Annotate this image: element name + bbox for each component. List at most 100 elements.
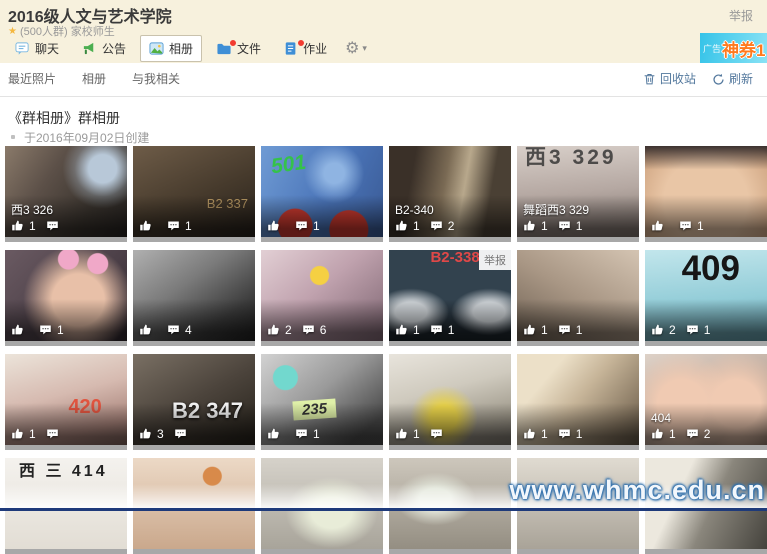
like-button[interactable]: 1: [523, 323, 548, 336]
photo-caption: 舞蹈西3 329: [523, 203, 633, 217]
comment-button[interactable]: [46, 427, 64, 440]
tab-files[interactable]: 文件: [207, 35, 270, 62]
photo-info: 26: [261, 320, 383, 341]
photo-strip: [133, 549, 255, 554]
photo-meta: 1: [651, 217, 761, 234]
photo-image: 5011: [261, 146, 383, 237]
photo-thumbnail[interactable]: [517, 458, 639, 554]
photo-thumbnail[interactable]: 西3 3261: [5, 146, 127, 242]
photo-thumbnail[interactable]: B2-338举报11: [389, 250, 511, 346]
photo-meta: 11: [523, 321, 633, 338]
comment-button[interactable]: 1: [39, 323, 64, 336]
like-button[interactable]: [11, 323, 29, 336]
photo-report-link[interactable]: 举报: [479, 250, 511, 270]
like-button[interactable]: [651, 219, 669, 232]
subnav-albums[interactable]: 相册: [82, 63, 106, 95]
comment-button[interactable]: 6: [302, 323, 327, 336]
tab-homework[interactable]: 作业: [275, 35, 336, 62]
photo-strip: [389, 237, 511, 242]
comment-button[interactable]: 2: [686, 427, 711, 440]
thumb-up-icon: [523, 323, 536, 336]
photo-thumbnail[interactable]: 40921: [645, 250, 767, 346]
photo-strip: [5, 237, 127, 242]
like-button[interactable]: 1: [395, 427, 420, 440]
like-button[interactable]: 1: [523, 427, 548, 440]
like-button[interactable]: 1: [395, 323, 420, 336]
like-button[interactable]: 2: [651, 323, 676, 336]
comment-button[interactable]: 1: [430, 323, 455, 336]
photo-thumbnail[interactable]: 1: [389, 354, 511, 450]
photo-info: 1: [133, 216, 255, 237]
like-button[interactable]: [139, 219, 157, 232]
subnav-related-to-me[interactable]: 与我相关: [132, 63, 180, 95]
tab-chat[interactable]: 聊天: [6, 35, 68, 62]
like-button[interactable]: 3: [139, 427, 164, 440]
comment-button[interactable]: 1: [686, 323, 711, 336]
photo-thumbnail[interactable]: [645, 458, 767, 554]
comment-button[interactable]: 1: [558, 427, 583, 440]
photo-thumbnail[interactable]: 26: [261, 250, 383, 346]
photo-info: 21: [645, 320, 767, 341]
photo-thumbnail[interactable]: [389, 458, 511, 554]
photo-meta: 26: [267, 321, 377, 338]
photo-thumbnail[interactable]: 4201: [5, 354, 127, 450]
like-button[interactable]: 2: [267, 323, 292, 336]
comment-button[interactable]: [174, 427, 192, 440]
like-button[interactable]: [139, 323, 157, 336]
comment-button[interactable]: 1: [295, 219, 320, 232]
photo-thumbnail[interactable]: B2 3473: [133, 354, 255, 450]
comment-button[interactable]: 1: [558, 323, 583, 336]
comment-bubble-icon: [430, 427, 443, 440]
photo-strip: [261, 341, 383, 346]
photo-image: 西 三 414: [5, 458, 127, 549]
photo-thumbnail[interactable]: 4: [133, 250, 255, 346]
photo-thumbnail[interactable]: 11: [517, 250, 639, 346]
photo-thumbnail[interactable]: 1: [645, 146, 767, 242]
comment-button[interactable]: [430, 427, 448, 440]
settings-menu-button[interactable]: ⚙ ▾: [341, 39, 371, 59]
comment-button[interactable]: 2: [430, 219, 455, 232]
photo-image: 2351: [261, 354, 383, 445]
like-button[interactable]: 1: [651, 427, 676, 440]
photo-info: 1: [389, 424, 511, 445]
tab-label: 公告: [102, 40, 126, 57]
comment-button[interactable]: 1: [679, 219, 704, 232]
comment-button[interactable]: 1: [558, 219, 583, 232]
photo-thumbnail[interactable]: 西 三 414: [5, 458, 127, 554]
comment-button[interactable]: 4: [167, 323, 192, 336]
photo-thumbnail[interactable]: B2 3371: [133, 146, 255, 242]
subnav-recent-photos[interactable]: 最近照片: [8, 63, 56, 95]
photo-info: 西3 3261: [5, 202, 127, 237]
photo-thumbnail[interactable]: [261, 458, 383, 554]
photo-thumbnail[interactable]: 西3 329 舞蹈西3 329 11: [517, 146, 639, 242]
notification-badge: [229, 39, 237, 47]
like-button[interactable]: 1: [11, 427, 36, 440]
comment-button[interactable]: [46, 219, 64, 232]
photo-image: 1: [5, 250, 127, 341]
like-button[interactable]: [267, 219, 285, 232]
comment-bubble-icon: [302, 323, 315, 336]
photo-thumbnail[interactable]: 40412: [645, 354, 767, 450]
comment-button[interactable]: 1: [295, 427, 320, 440]
like-button[interactable]: 1: [523, 219, 548, 232]
tab-announcement[interactable]: 公告: [73, 35, 135, 62]
photo-thumbnail[interactable]: 2351: [261, 354, 383, 450]
album-title: 《群相册》群相册: [8, 108, 120, 128]
refresh-button[interactable]: 刷新: [712, 63, 753, 95]
ad-banner[interactable]: 广告 神券1: [700, 33, 767, 63]
photo-thumbnail[interactable]: 5011: [261, 146, 383, 242]
comment-bubble-icon: [558, 323, 571, 336]
like-button[interactable]: 1: [11, 219, 36, 232]
tab-album[interactable]: 相册: [140, 35, 202, 62]
photo-thumbnail[interactable]: 1: [5, 250, 127, 346]
like-button[interactable]: 1: [395, 219, 420, 232]
photo-strip: [645, 341, 767, 346]
photo-thumbnail[interactable]: [133, 458, 255, 554]
photo-overlay-text: 西3 329: [525, 147, 617, 168]
photo-thumbnail[interactable]: B2-34012: [389, 146, 511, 242]
comment-button[interactable]: 1: [167, 219, 192, 232]
report-link[interactable]: 举报: [729, 7, 753, 24]
photo-thumbnail[interactable]: 11: [517, 354, 639, 450]
recycle-bin-button[interactable]: 回收站: [643, 63, 696, 95]
like-button[interactable]: [267, 427, 285, 440]
